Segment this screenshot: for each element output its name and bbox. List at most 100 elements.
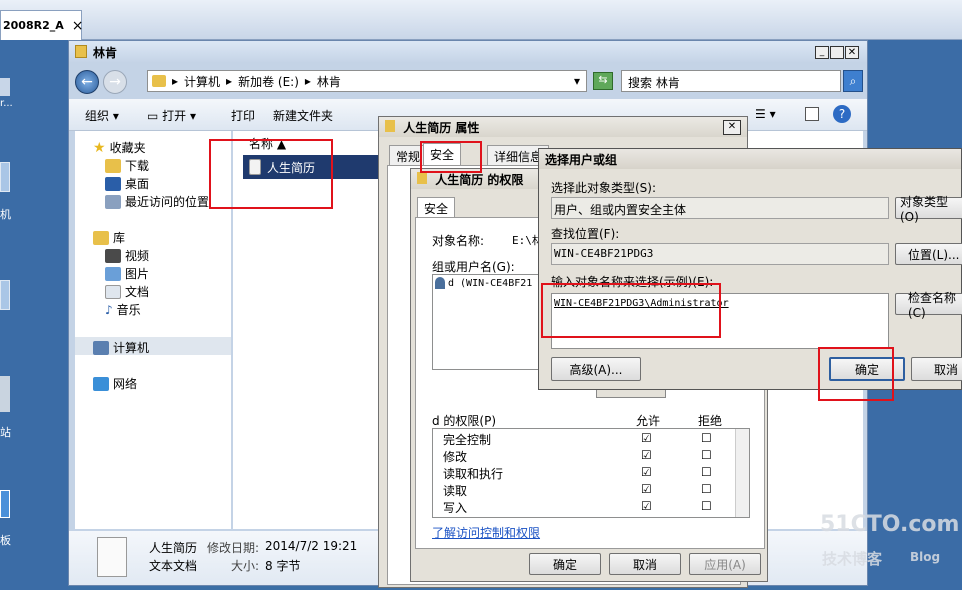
nav-documents[interactable]: 文档 (105, 283, 149, 300)
ok-button[interactable]: 确定 (529, 553, 601, 575)
highlight-object-name (541, 283, 721, 338)
user-icon (435, 277, 445, 289)
allow-checkbox[interactable]: ☑ (641, 482, 652, 496)
maximize-button[interactable] (830, 46, 844, 59)
detail-size-label: 大小: (231, 559, 260, 573)
obj-type-field: 用户、组或内置安全主体 (551, 197, 889, 219)
nav-recent[interactable]: 最近访问的位置 (105, 193, 209, 210)
perm-row-read-execute: 读取和执行 ☑ ☐ (443, 465, 712, 481)
deny-checkbox[interactable]: ☐ (701, 465, 712, 479)
nav-music[interactable]: ♪ 音乐 (105, 301, 141, 318)
explorer-titlebar: 林肯 _ ✕ (69, 41, 867, 63)
deny-checkbox[interactable]: ☐ (701, 431, 712, 445)
perm-row-modify: 修改 ☑ ☐ (443, 448, 712, 464)
close-button[interactable]: ✕ (845, 46, 859, 59)
preview-pane-icon[interactable] (805, 107, 819, 121)
video-icon (105, 248, 121, 263)
nav-pictures[interactable]: 图片 (105, 265, 149, 282)
nav-videos[interactable]: 视频 (105, 247, 149, 264)
detail-type: 文本文档 (149, 559, 198, 573)
nav-network[interactable]: 网络 (93, 375, 137, 392)
tab-security[interactable]: 安全 (417, 197, 456, 219)
location-field: WIN-CE4BF21PDG3 (551, 243, 889, 265)
address-row: ← → ▸ 计算机 ▸ 新加卷 (E:) ▸ 林肯 ▾ ⇆ 搜索 林肯 ⌕ (69, 65, 867, 97)
chevron-down-icon[interactable]: ▾ (574, 74, 580, 88)
print-button[interactable]: 打印 (231, 107, 255, 124)
deny-checkbox[interactable]: ☐ (701, 448, 712, 462)
deny-checkbox[interactable]: ☐ (701, 499, 712, 513)
allow-checkbox[interactable]: ☑ (641, 431, 652, 445)
perm-row-read: 读取 ☑ ☐ (443, 482, 712, 498)
select-user-titlebar: 选择用户或组 (539, 149, 961, 169)
allow-checkbox[interactable]: ☑ (641, 499, 652, 513)
open-button[interactable]: ▭ 打开 ▾ (147, 107, 196, 124)
help-icon[interactable]: ? (833, 105, 851, 123)
obj-type-label: 选择此对象类型(S): (551, 181, 657, 195)
refresh-icon[interactable]: ⇆ (593, 72, 613, 90)
desktop-icon-1[interactable] (0, 78, 10, 96)
nav-favorites[interactable]: ★ 收藏夹 (93, 139, 146, 156)
learn-more-link[interactable]: 了解访问控制和权限 (432, 524, 540, 541)
watermark-logo: 51CTO.com (820, 512, 960, 537)
document-icon (105, 284, 121, 299)
search-icon[interactable]: ⌕ (843, 70, 863, 92)
recycle-bin-icon[interactable] (0, 376, 10, 412)
breadcrumb-computer[interactable]: 计算机 (184, 73, 220, 90)
group-label: 组或用户名(G): (432, 260, 515, 274)
group-item[interactable]: d (WIN-CE4BF21 (433, 275, 551, 291)
computer-icon (93, 340, 109, 355)
cancel-button[interactable]: 取消 (911, 357, 962, 381)
new-folder-button[interactable]: 新建文件夹 (273, 107, 333, 124)
back-button[interactable]: ← (75, 70, 99, 94)
forward-button[interactable]: → (103, 70, 127, 94)
detail-modified-label: 修改日期: (207, 541, 260, 555)
location-label: 查找位置(F): (551, 227, 620, 241)
select-user-dialog: 选择用户或组 选择此对象类型(S): 用户、组或内置安全主体 对象类型(O) 查… (538, 148, 962, 390)
organize-button[interactable]: 组织 ▾ (85, 107, 119, 124)
nav-downloads[interactable]: 下载 (105, 157, 149, 174)
view-icon[interactable]: ☰ ▾ (755, 107, 776, 121)
folder-icon (75, 45, 87, 58)
search-input[interactable]: 搜索 林肯 (621, 70, 841, 92)
allow-checkbox[interactable]: ☑ (641, 465, 652, 479)
nav-computer[interactable]: 计算机 (93, 339, 149, 356)
breadcrumb-drive[interactable]: 新加卷 (E:) (238, 73, 299, 90)
music-icon: ♪ (105, 302, 113, 317)
watermark: 51CTO.com 技术博客 Blog (816, 512, 960, 582)
deny-header: 拒绝 (698, 414, 723, 428)
close-button[interactable]: ✕ (723, 120, 741, 135)
app-icon[interactable] (0, 490, 10, 518)
cancel-button[interactable]: 取消 (609, 553, 681, 575)
nav-desktop[interactable]: 桌面 (105, 175, 149, 192)
monitor-icon-2[interactable] (0, 280, 10, 310)
picture-icon (105, 266, 121, 281)
group-list[interactable]: d (WIN-CE4BF21 (432, 274, 552, 370)
detail-modified-value: 2014/7/2 19:21 (265, 539, 358, 553)
monitor-icon[interactable] (0, 162, 10, 192)
lock-file-icon (417, 172, 427, 184)
highlight-security-tab (420, 141, 482, 173)
allow-header: 允许 (636, 414, 661, 428)
minimize-button[interactable]: _ (815, 46, 829, 59)
check-names-button[interactable]: 检查名称(C) (895, 291, 962, 320)
nav-libraries[interactable]: 库 (93, 229, 125, 246)
apply-button[interactable]: 应用(A) (689, 553, 761, 575)
deny-checkbox[interactable]: ☐ (701, 482, 712, 496)
allow-checkbox[interactable]: ☑ (641, 448, 652, 462)
address-bar[interactable]: ▸ 计算机 ▸ 新加卷 (E:) ▸ 林肯 ▾ (147, 70, 587, 92)
detail-size-value: 8 字节 (265, 559, 301, 573)
vm-tab[interactable]: 2008R2_A × (0, 10, 84, 40)
library-icon (93, 230, 109, 245)
perm-list: 完全控制 ☑ ☐ 修改 ☑ ☐ 读取和执行 ☑ ☐ 读取 ☑ ☐ 写入 ☑ ☐ (432, 428, 750, 518)
folder-icon (152, 75, 166, 87)
locations-button[interactable]: 位置(L)... (895, 243, 962, 265)
close-icon[interactable]: × (72, 18, 84, 34)
watermark-blog: Blog (910, 550, 941, 564)
breadcrumb-folder[interactable]: 林肯 (317, 73, 341, 90)
watermark-sub: 技术博客 (822, 550, 883, 568)
perm-header: d 的权限(P) (432, 414, 497, 428)
object-types-button[interactable]: 对象类型(O) (895, 195, 962, 224)
advanced-button[interactable]: 高级(A)... (551, 357, 641, 381)
recent-icon (105, 194, 121, 209)
perm-scrollbar[interactable] (735, 429, 749, 517)
